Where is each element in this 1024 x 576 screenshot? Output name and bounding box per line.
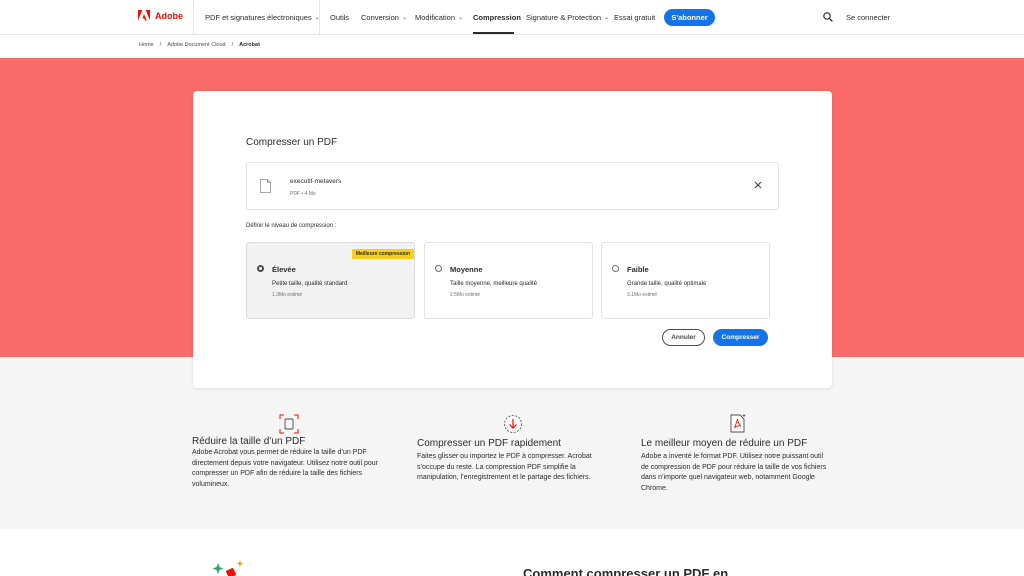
adobe-logo[interactable]: Adobe (138, 10, 183, 22)
feature-title: Réduire la taille d’un PDF (192, 436, 306, 447)
pdf-file-icon (730, 414, 746, 433)
nav-divider (193, 0, 194, 35)
brand-name: Adobe (155, 11, 183, 21)
chevron-down-icon: ⌄ (458, 15, 464, 21)
radio-low[interactable] (612, 265, 619, 272)
option-medium[interactable]: Moyenne Taille moyenne, meilleure qualit… (424, 242, 593, 319)
nav-item-label: Signature & Protection (526, 13, 602, 22)
feature-title: Compresser un PDF rapidement (417, 438, 561, 449)
feature-body: Adobe Acrobat vous permet de réduire la … (192, 449, 378, 488)
option-description: Petite taille, qualité standard (272, 281, 348, 287)
option-title: Élevée (272, 265, 296, 274)
chevron-down-icon: ⌄ (604, 15, 610, 21)
nav-item-label: Compression (473, 13, 521, 22)
nav-divider (319, 0, 320, 35)
option-low[interactable]: Faible Grande taille, qualité optimale 3… (601, 242, 770, 319)
option-estimate: 3.1Mo estimé (627, 292, 658, 298)
nav-item-signature-protection[interactable]: Signature & Protection ⌄ (526, 13, 609, 22)
nav-item-essai-gratuit[interactable]: Essai gratuit (614, 13, 655, 22)
chevron-down-icon: ⌄ (401, 15, 407, 21)
feature-body: Adobe a inventé le format PDF. Utilisez … (641, 453, 827, 492)
how-to-title: Comment compresser un PDF en (523, 566, 729, 576)
nav-item-conversion[interactable]: Conversion ⌄ (361, 13, 407, 22)
nav-item-outils[interactable]: Outils (330, 13, 349, 22)
nav-item-modification[interactable]: Modification ⌄ (415, 13, 463, 22)
nav-item-label: Modification (415, 13, 456, 22)
compress-frame-icon (279, 414, 299, 434)
download-arrow-icon (504, 415, 522, 433)
breadcrumb-home[interactable]: Home (139, 42, 154, 48)
breadcrumb: Home / Adobe Document Cloud / Acrobat (139, 42, 260, 48)
breadcrumb-separator: / (159, 42, 162, 48)
subscribe-button[interactable]: S'abonner (664, 9, 715, 26)
nav-item-label: Essai gratuit (614, 13, 656, 22)
cancel-button[interactable]: Annuler (662, 329, 705, 346)
sparkle-illustration-icon (212, 560, 244, 576)
file-icon (260, 179, 271, 193)
option-title: Faible (627, 265, 649, 274)
search-icon[interactable] (823, 12, 833, 22)
nav-item-compression[interactable]: Compression (473, 13, 521, 22)
compress-button[interactable]: Compresser (713, 329, 768, 346)
compress-card: Compresser un PDF executif-metavers PDF … (193, 91, 832, 388)
breadcrumb-acrobat[interactable]: Acrobat (239, 42, 260, 48)
option-high[interactable]: Meilleure compression Élevée Petite tail… (246, 242, 415, 319)
signin-link[interactable]: Se connecter (846, 13, 890, 22)
feature-body: Faites glisser ou importez le PDF à comp… (417, 453, 592, 481)
file-item: executif-metavers PDF • 4 Mo (246, 162, 779, 210)
nav-item-label: Conversion (361, 13, 399, 22)
file-name: executif-metavers (290, 178, 342, 185)
feature-title: Le meilleur moyen de réduire un PDF (641, 438, 808, 449)
close-icon[interactable] (753, 180, 763, 190)
option-estimate: 1.3Mo estimé (272, 292, 303, 298)
card-title: Compresser un PDF (246, 137, 338, 148)
radio-medium[interactable] (435, 265, 442, 272)
option-estimate: 2.5Mo estimé (450, 292, 481, 298)
option-title: Moyenne (450, 265, 483, 274)
adobe-logo-icon (138, 10, 150, 21)
top-nav: Adobe PDF et signatures électroniques ⌄ O… (0, 0, 1024, 35)
file-meta: PDF • 4 Mo (290, 191, 316, 197)
radio-high[interactable] (257, 265, 264, 272)
active-tab-indicator (473, 32, 514, 34)
compression-level-label: Définir le niveau de compression : (246, 223, 337, 229)
nav-item-label: Outils (330, 13, 350, 22)
best-compression-badge: Meilleure compression (351, 249, 414, 259)
nav-item-pdf-signatures[interactable]: PDF et signatures électroniques ⌄ (205, 13, 320, 22)
option-description: Grande taille, qualité optimale (627, 281, 707, 287)
nav-item-label: PDF et signatures électroniques (205, 13, 312, 22)
breadcrumb-separator: / (231, 42, 234, 48)
option-description: Taille moyenne, meilleure qualité (450, 281, 538, 287)
breadcrumb-document-cloud[interactable]: Adobe Document Cloud (167, 42, 225, 48)
